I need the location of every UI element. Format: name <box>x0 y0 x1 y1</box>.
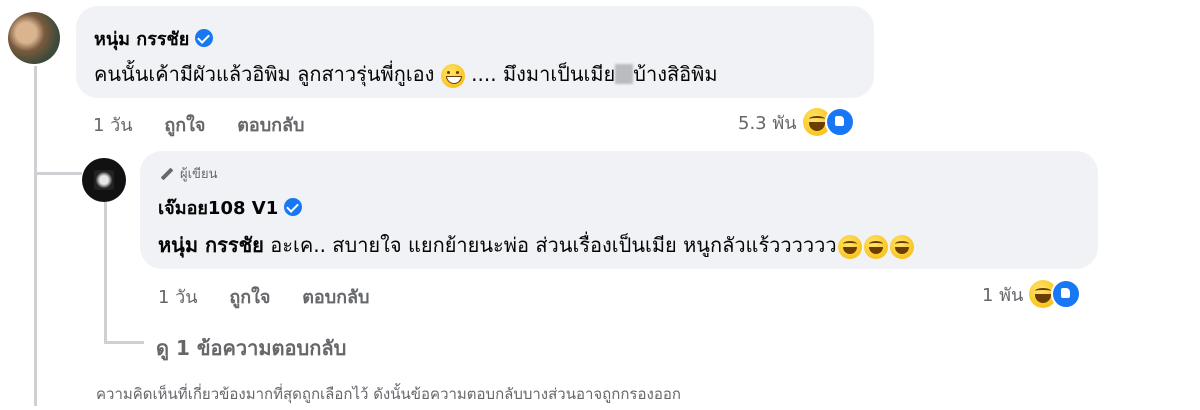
thread-line-main <box>34 66 37 406</box>
author-tag-label: ผู้เขียน <box>180 167 218 182</box>
thread-line-branch <box>34 172 82 175</box>
haha-emoji-icon <box>889 234 914 259</box>
avatar-logo-mark <box>94 170 114 190</box>
reply-reply-button[interactable]: ตอบกลับ <box>302 287 369 308</box>
redacted-mark <box>615 64 634 84</box>
grin-emoji-icon <box>440 63 465 88</box>
comment-bubble: หนุ่ม กรรชัย คนนั้นเค้ามีผัวแล้วอิพิม ลู… <box>76 6 874 98</box>
comment-reactions[interactable]: 5.3 พัน <box>738 107 855 137</box>
pen-icon <box>160 167 174 180</box>
comment-like-button[interactable]: ถูกใจ <box>164 115 205 136</box>
comment-actions: 1 วัน ถูกใจ ตอบกลับ <box>93 110 330 139</box>
haha-emoji-icon <box>863 234 888 259</box>
reply-text: หนุ่ม กรรชัย อะเค.. สบายใจ แยกย้ายนะพ่อ … <box>158 229 915 261</box>
filter-note: ความคิดเห็นที่เกี่ยวข้องมากที่สุดถูกเลือ… <box>96 385 681 403</box>
reply-bubble: ผู้เขียน เจ๊มอย108 V1 หนุ่ม กรรชัย อะเค.… <box>140 151 1098 269</box>
reply-reactions[interactable]: 1 พัน <box>982 279 1082 309</box>
reply-time[interactable]: 1 วัน <box>158 287 198 308</box>
like-reaction-icon <box>824 107 855 137</box>
haha-emoji-icon <box>837 234 862 259</box>
author-tag: ผู้เขียน <box>160 163 217 184</box>
commenter-avatar[interactable] <box>8 12 60 64</box>
view-replies-link[interactable]: ดู 1 ข้อความตอบกลับ <box>156 332 346 364</box>
reply-mention-link[interactable]: หนุ่ม กรรชัย <box>158 233 264 257</box>
comment-reply-button[interactable]: ตอบกลับ <box>237 115 304 136</box>
like-reaction-icon <box>1051 279 1082 309</box>
verified-badge-icon <box>284 198 303 216</box>
verified-badge-icon <box>195 29 214 47</box>
thread-line-reply-branch <box>104 341 144 344</box>
reply-author-name[interactable]: เจ๊มอย108 V1 <box>158 198 278 219</box>
comment-text-3: .... มึงมาเป็นเมีย <box>471 62 616 86</box>
reply-reaction-count[interactable]: 1 พัน <box>982 280 1023 309</box>
comment-text-4: บ้างสิอิพิม <box>633 62 718 86</box>
reply-author[interactable]: เจ๊มอย108 V1 <box>158 193 303 222</box>
comment-reaction-count[interactable]: 5.3 พัน <box>738 108 797 137</box>
comment-time[interactable]: 1 วัน <box>93 115 133 136</box>
thread-line-reply <box>104 202 107 342</box>
reply-actions: 1 วัน ถูกใจ ตอบกลับ <box>158 282 395 311</box>
reply-like-button[interactable]: ถูกใจ <box>229 287 270 308</box>
comment-text-2: เอง <box>405 62 435 86</box>
comment-author-name[interactable]: หนุ่ม กรรชัย <box>94 29 189 50</box>
comment-text-1: คนนั้นเค้ามีผัวแล้วอิพิม ลูกสาวรุ่นพี่กู <box>94 62 406 86</box>
reply-text-body: อะเค.. สบายใจ แยกย้ายนะพ่อ ส่วนเรื่องเป็… <box>263 233 837 257</box>
reply-author-avatar[interactable] <box>82 158 126 202</box>
comment-author[interactable]: หนุ่ม กรรชัย <box>94 24 214 53</box>
comment-text: คนนั้นเค้ามีผัวแล้วอิพิม ลูกสาวรุ่นพี่กู… <box>94 58 718 90</box>
